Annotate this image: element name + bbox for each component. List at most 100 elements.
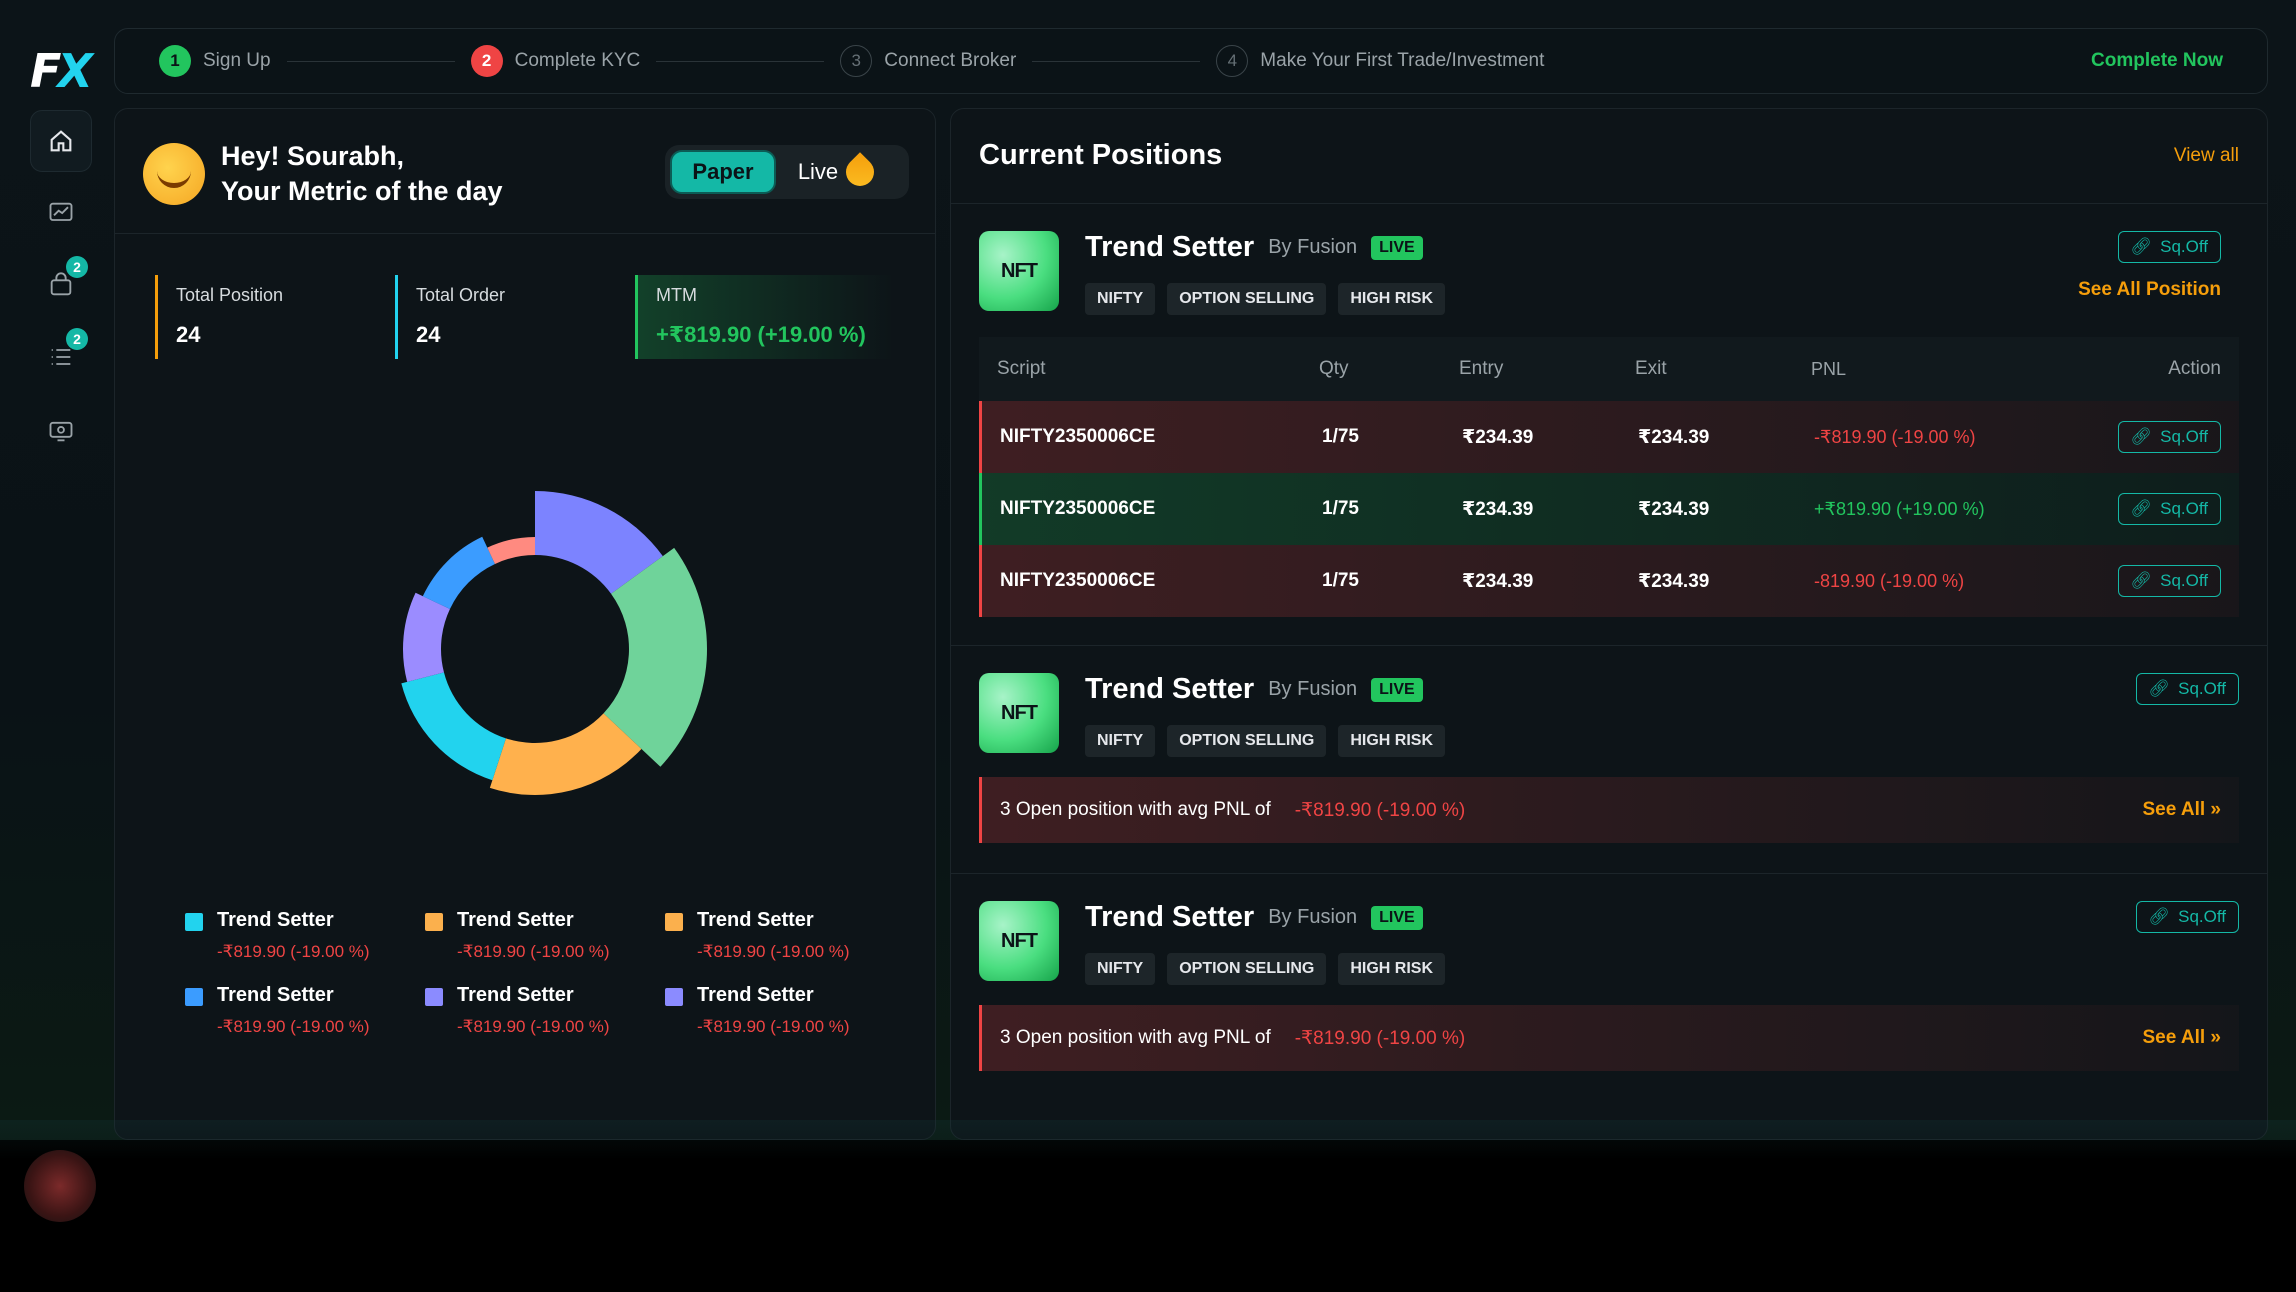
laughing-emoji-icon (143, 143, 205, 205)
sidebar-item-home[interactable] (30, 110, 92, 172)
step-number: 3 (840, 45, 873, 77)
col-pnl: PNL (1811, 358, 1847, 379)
legend-swatch (425, 988, 443, 1006)
strategy-author: By Fusion (1268, 678, 1358, 700)
legend-name: Trend Setter (697, 909, 814, 931)
legend-swatch (665, 913, 683, 931)
donut-slice[interactable] (422, 536, 495, 609)
metric-value: 24 (416, 322, 441, 347)
cell-script: NIFTY2350006CE (1000, 498, 1156, 519)
col-script: Script (997, 358, 1046, 379)
metric-value: +₹819.90 (+19.00 %) (656, 322, 866, 347)
step-sign-up[interactable]: 1 Sign Up (159, 45, 271, 77)
sidebar-item-monitor[interactable] (30, 400, 92, 462)
cell-action: 🔗︎ Sq.Off (2114, 493, 2239, 525)
table-row[interactable]: NIFTY2350006CE 1/75 ₹234.39 ₹234.39 +₹81… (979, 473, 2239, 545)
tag: NIFTY (1085, 725, 1156, 757)
legend-name: Trend Setter (457, 909, 574, 931)
see-all-link[interactable]: See All » (2142, 1027, 2221, 1049)
cell-qty: 1/75 (1322, 426, 1359, 447)
nft-logo: NFT (979, 673, 1059, 753)
donut-slice[interactable] (401, 672, 506, 781)
tag: NIFTY (1085, 283, 1156, 315)
legend-value: -₹819.90 (-19.00 %) (697, 1017, 850, 1036)
table-row[interactable]: NIFTY2350006CE 1/75 ₹234.39 ₹234.39 -₹81… (979, 401, 2239, 473)
step-connector (656, 60, 825, 62)
live-badge: LIVE (1371, 235, 1423, 260)
metric-label: MTM (656, 285, 697, 305)
step-complete-kyc[interactable]: 2 Complete KYC (470, 45, 641, 77)
sidebar-item-bag[interactable]: 2 (30, 254, 92, 316)
strategy-name[interactable]: Trend Setter (1085, 673, 1254, 706)
legend-item: Trend Setter -₹819.90 (-19.00 %) (665, 984, 905, 1037)
sq-off-button[interactable]: 🔗︎ Sq.Off (2117, 231, 2221, 263)
sq-off-label: Sq.Off (2160, 237, 2208, 256)
step-label: Connect Broker (884, 50, 1017, 71)
link-icon: 🔗︎ (2130, 499, 2153, 518)
logo-f: F (30, 44, 62, 98)
chart-icon (49, 202, 73, 221)
sidebar-item-list[interactable]: 2 (30, 326, 92, 388)
metric-total-position: Total Position 24 (155, 275, 395, 359)
sq-off-button[interactable]: 🔗︎ Sq.Off (2117, 565, 2221, 597)
sq-off-button[interactable]: 🔗︎ Sq.Off (2117, 493, 2221, 525)
divider (951, 873, 2267, 874)
sidebar-item-charts[interactable] (30, 182, 92, 244)
legend-item: Trend Setter -₹819.90 (-19.00 %) (665, 909, 905, 962)
cell-action: 🔗︎ Sq.Off (2114, 421, 2239, 453)
tag: OPTION SELLING (1167, 953, 1327, 985)
avatar[interactable] (24, 1150, 96, 1222)
cell-entry: ₹234.39 (1462, 498, 1534, 520)
donut-slice[interactable] (403, 592, 450, 682)
rocket-icon (840, 152, 880, 192)
legend-swatch (425, 913, 443, 931)
paper-option[interactable]: Paper (670, 150, 776, 194)
position-summary: 3 Open position with avg PNL of -₹819.90… (979, 777, 2239, 843)
strategy-tags: NIFTY OPTION SELLING HIGH RISK (1085, 283, 1446, 315)
sq-off-button[interactable]: 🔗︎ Sq.Off (2135, 673, 2239, 705)
donut-slice[interactable] (487, 537, 535, 564)
legend-item: Trend Setter -₹819.90 (-19.00 %) (425, 909, 665, 962)
sq-off-button[interactable]: 🔗︎ Sq.Off (2135, 901, 2239, 933)
live-option[interactable]: Live (776, 150, 896, 194)
tag: HIGH RISK (1338, 953, 1446, 985)
tag: OPTION SELLING (1167, 725, 1327, 757)
step-connect-broker[interactable]: 3 Connect Broker (840, 45, 1016, 77)
step-number: 2 (470, 45, 503, 77)
cell-pnl: +₹819.90 (+19.00 %) (1814, 498, 1985, 519)
strategy-header: Trend Setter By Fusion LIVE (1085, 231, 1423, 264)
strategy-author: By Fusion (1268, 906, 1358, 928)
strategy-name[interactable]: Trend Setter (1085, 231, 1254, 264)
tag: NIFTY (1085, 953, 1156, 985)
step-label: Complete KYC (514, 50, 641, 71)
legend-name: Trend Setter (217, 984, 334, 1006)
onboarding-stepper: 1 Sign Up 2 Complete KYC 3 Connect Broke… (114, 28, 2268, 94)
complete-now-link[interactable]: Complete Now (2091, 50, 2223, 72)
cell-pnl: -819.90 (-19.00 %) (1814, 570, 1965, 591)
divider (951, 203, 2267, 204)
current-positions-panel: Current Positions View all NFT Trend Set… (950, 108, 2268, 1140)
strategy-name[interactable]: Trend Setter (1085, 901, 1254, 934)
see-all-link[interactable]: See All » (2142, 799, 2221, 821)
see-all-position-link[interactable]: See All Position (2078, 279, 2221, 301)
cell-qty: 1/75 (1322, 570, 1359, 591)
app-logo[interactable]: FX (30, 44, 93, 98)
link-icon: 🔗︎ (2148, 907, 2171, 926)
legend-name: Trend Setter (697, 984, 814, 1006)
paper-live-toggle: Paper Live (665, 145, 909, 199)
cell-pnl: -₹819.90 (-19.00 %) (1814, 426, 1976, 447)
col-qty: Qty (1319, 358, 1349, 379)
greeting-line-1: Hey! Sourabh, (221, 141, 405, 171)
live-badge: LIVE (1371, 677, 1423, 702)
view-all-link[interactable]: View all (2174, 145, 2239, 167)
table-row[interactable]: NIFTY2350006CE 1/75 ₹234.39 ₹234.39 -819… (979, 545, 2239, 617)
step-first-trade[interactable]: 4 Make Your First Trade/Investment (1216, 45, 1544, 77)
cell-action: 🔗︎ Sq.Off (2114, 565, 2239, 597)
legend-value: -₹819.90 (-19.00 %) (217, 1017, 370, 1036)
sq-off-label: Sq.Off (2160, 571, 2208, 590)
sq-off-label: Sq.Off (2178, 679, 2226, 698)
metric-value: 24 (176, 322, 201, 347)
metric-label: Total Order (416, 285, 506, 305)
sq-off-button[interactable]: 🔗︎ Sq.Off (2117, 421, 2221, 453)
metric-mtm: MTM +₹819.90 (+19.00 %) (635, 275, 895, 359)
